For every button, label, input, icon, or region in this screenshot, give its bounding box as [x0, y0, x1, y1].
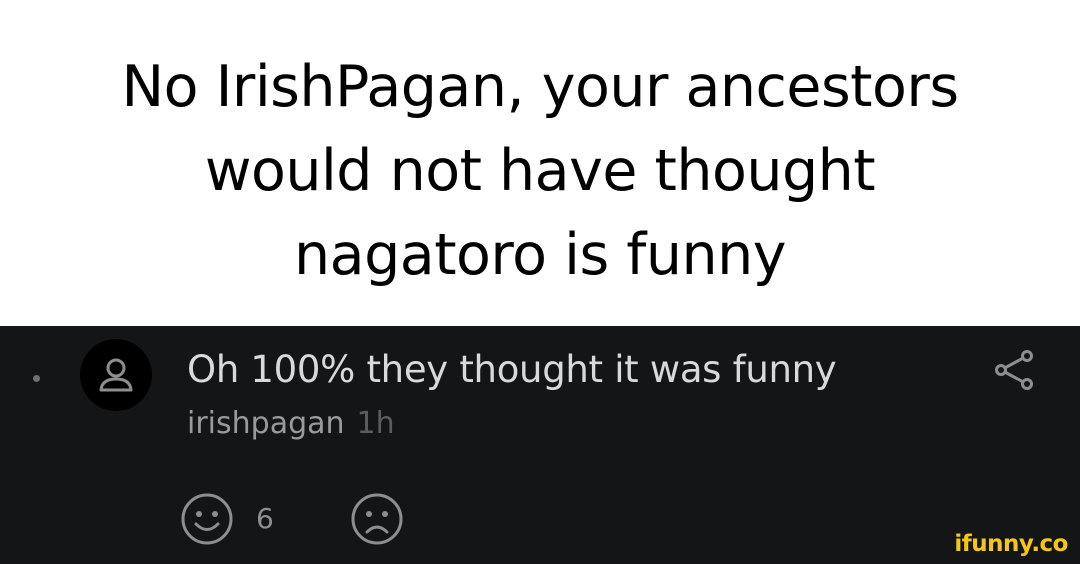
comment-text: Oh 100% they thought it was funny — [187, 348, 837, 391]
caption-line-3: nagatoro is funny — [294, 222, 786, 288]
meme-caption: No IrishPagan, your ancestors would not … — [0, 0, 1080, 326]
caption-line-1: No IrishPagan, your ancestors — [121, 54, 959, 120]
comment-card: Oh 100% they thought it was funny irishp… — [0, 326, 1080, 564]
user-icon — [99, 358, 133, 392]
smile-icon[interactable] — [180, 492, 234, 546]
caption-line-2: would not have thought — [204, 138, 876, 204]
frown-icon[interactable] — [350, 492, 404, 546]
smile-count: 6 — [256, 502, 274, 535]
comment-meta: irishpagan 1h — [187, 404, 395, 444]
avatar[interactable] — [80, 339, 152, 411]
username-link[interactable]: irishpagan — [187, 406, 345, 441]
ifunny-watermark: ifunny.co — [954, 531, 1068, 557]
comment-timestamp: 1h — [356, 406, 395, 441]
indicator-dot — [33, 375, 40, 382]
share-icon[interactable] — [985, 348, 1041, 392]
